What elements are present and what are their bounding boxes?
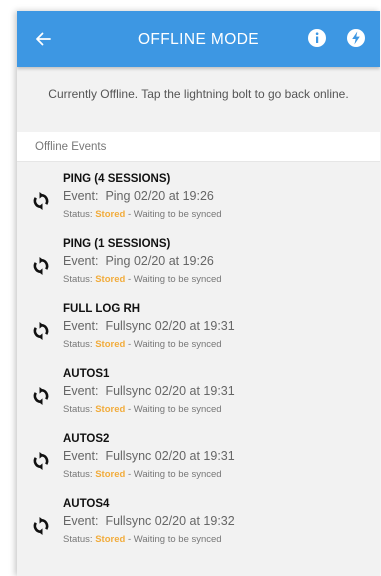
event-detail: Event: Ping 02/20 at 19:26 [63,189,214,203]
event-name: AUTOS1 [63,368,110,380]
status-note: - Waiting to be synced [127,469,222,480]
status-note: - Waiting to be synced [127,274,222,285]
event-time: 02/20 at 19:32 [154,514,235,528]
status-badge: Stored [95,534,126,545]
status-badge: Stored [95,274,126,285]
event-list: PING (4 SESSIONS) Event: Ping 02/20 at 19:… [17,167,380,557]
event-label: Event: [63,384,99,398]
event-detail: Event: Ping 02/20 at 19:26 [63,254,214,268]
list-item[interactable]: AUTOS2 Event: Fullsync 02/20 at 19:31 Statu… [17,427,380,492]
event-status: Status: Stored - Waiting to be synced [63,339,222,350]
status-label: Status: [63,209,93,220]
list-item[interactable]: PING (4 SESSIONS) Event: Ping 02/20 at 19:… [17,167,380,232]
status-badge: Stored [95,209,126,220]
event-name: AUTOS4 [63,498,110,510]
event-time: 02/20 at 19:31 [154,319,235,333]
sync-icon [31,256,51,276]
status-label: Status: [63,339,93,350]
event-detail: Event: Fullsync 02/20 at 19:31 [63,384,235,398]
sync-icon [31,451,51,471]
event-label: Event: [63,189,99,203]
event-name: PING (4 SESSIONS) [63,173,171,185]
event-label: Event: [63,319,99,333]
sync-icon [31,321,51,341]
status-label: Status: [63,534,93,545]
status-note: - Waiting to be synced [127,534,222,545]
sync-icon [31,386,51,406]
event-detail: Event: Fullsync 02/20 at 19:31 [63,449,235,463]
event-time: 02/20 at 19:26 [133,189,214,203]
event-type: Fullsync [105,319,152,333]
list-item[interactable]: PING (1 SESSIONS) Event: Ping 02/20 at 19:… [17,232,380,297]
sync-icon [31,516,51,536]
lightning-bolt-icon [347,29,365,47]
offline-notice: Currently Offline. Tap the lightning bol… [48,87,349,101]
event-label: Event: [63,514,99,528]
go-online-button[interactable] [345,27,367,49]
event-label: Event: [63,254,99,268]
info-button[interactable] [306,27,328,49]
event-name: PING (1 SESSIONS) [63,238,171,250]
event-detail: Event: Fullsync 02/20 at 19:32 [63,514,235,528]
event-status: Status: Stored - Waiting to be synced [63,209,222,220]
event-type: Fullsync [105,449,152,463]
event-name: FULL LOG RH [63,303,141,315]
event-status: Status: Stored - Waiting to be synced [63,404,222,415]
event-time: 02/20 at 19:26 [133,254,214,268]
event-time: 02/20 at 19:31 [154,384,235,398]
list-item[interactable]: AUTOS4 Event: Fullsync 02/20 at 19:32 Statu… [17,492,380,557]
status-badge: Stored [95,404,126,415]
event-detail: Event: Fullsync 02/20 at 19:31 [63,319,235,333]
event-status: Status: Stored - Waiting to be synced [63,274,222,285]
app-bar: OFFLINE MODE [17,11,380,67]
event-type: Ping [105,189,131,203]
list-item[interactable]: AUTOS1 Event: Fullsync 02/20 at 19:31 Statu… [17,362,380,427]
event-time: 02/20 at 19:31 [154,449,235,463]
event-label: Event: [63,449,99,463]
info-icon [308,29,326,47]
status-label: Status: [63,469,93,480]
list-item[interactable]: FULL LOG RH Event: Fullsync 02/20 at 19:31… [17,297,380,362]
event-status: Status: Stored - Waiting to be synced [63,469,222,480]
status-note: - Waiting to be synced [127,209,222,220]
status-note: - Waiting to be synced [127,339,222,350]
status-note: - Waiting to be synced [127,404,222,415]
app-screen: OFFLINE MODE Currently Offline. Tap the … [17,11,380,576]
event-type: Fullsync [105,384,152,398]
back-button[interactable] [31,27,55,51]
event-name: AUTOS2 [63,433,110,445]
arrow-left-icon [36,32,51,46]
status-label: Status: [63,274,93,285]
event-status: Status: Stored - Waiting to be synced [63,534,222,545]
status-badge: Stored [95,339,126,350]
status-label: Status: [63,404,93,415]
status-badge: Stored [95,469,126,480]
event-type: Fullsync [105,514,152,528]
event-type: Ping [105,254,131,268]
offline-events-header: Offline Events [17,132,380,162]
sync-icon [31,191,51,211]
